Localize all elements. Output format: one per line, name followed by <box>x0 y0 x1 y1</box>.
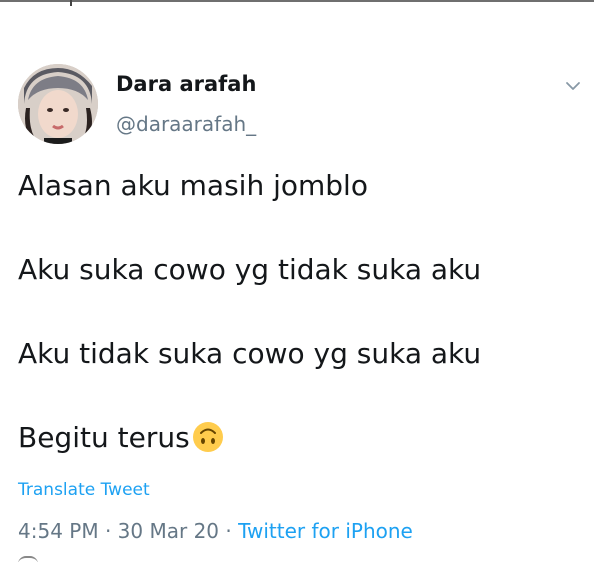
meta-separator: · <box>219 519 239 543</box>
bottom-edge-mark <box>18 556 38 562</box>
top-edge-mark <box>70 0 72 6</box>
tweet-text: Begitu terus <box>18 421 190 454</box>
tweet-date[interactable]: 30 Mar 20 <box>118 519 219 543</box>
tweet-text-line: Aku tidak suka cowo yg suka aku <box>18 337 482 370</box>
author-handle[interactable]: @daraarafah_ <box>116 112 256 136</box>
avatar[interactable] <box>18 64 98 144</box>
avatar-photo-icon <box>18 64 98 144</box>
author-display-name[interactable]: Dara arafah <box>116 72 256 96</box>
meta-separator: · <box>98 519 118 543</box>
tweet-text-line: Alasan aku masih jomblo <box>18 169 368 202</box>
chevron-down-icon[interactable] <box>565 80 581 92</box>
top-divider <box>0 0 594 2</box>
tweet-meta: 4:54 PM · 30 Mar 20 · Twitter for iPhone <box>18 519 413 543</box>
tweet-source-link[interactable]: Twitter for iPhone <box>238 519 413 543</box>
translate-tweet-link[interactable]: Translate Tweet <box>18 480 150 500</box>
tweet-text-line: Aku suka cowo yg tidak suka aku <box>18 253 482 286</box>
tweet-time[interactable]: 4:54 PM <box>18 519 99 543</box>
upside-down-face-icon <box>192 422 223 452</box>
tweet-text-line-last: Begitu terus <box>18 420 224 456</box>
